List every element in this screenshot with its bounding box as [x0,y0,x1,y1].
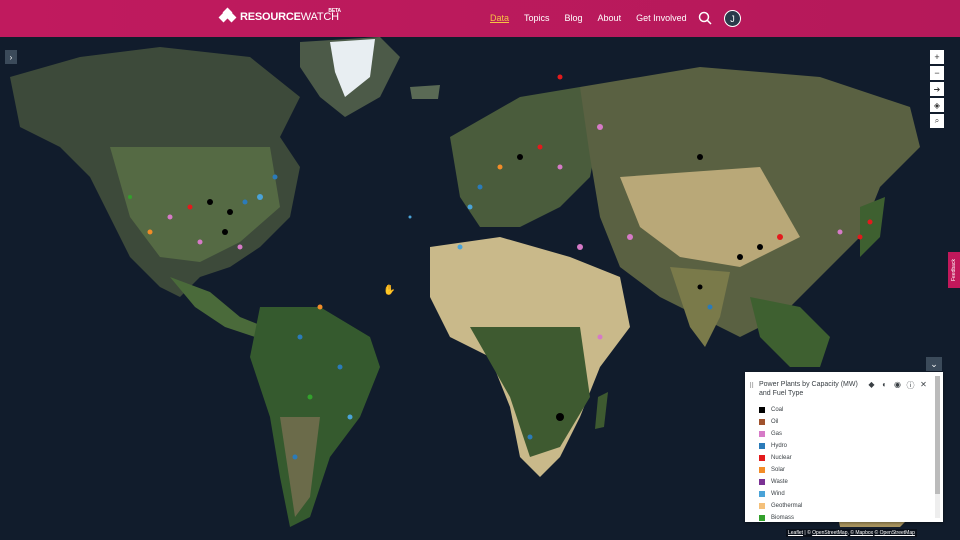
zoom-controls: + − [930,50,944,82]
legend-label: Waste [771,479,788,485]
zoom-out-button[interactable]: − [930,66,944,80]
legend-item: Biomass [759,512,802,524]
map-legend: ⠿ Power Plants by Capacity (MW) and Fuel… [745,372,943,522]
osm-link[interactable]: OpenStreetMap [812,530,847,536]
hand-cursor-icon: ✋ [383,285,396,296]
logo-mark-icon [218,7,237,25]
nav-topics[interactable]: Topics [524,13,550,23]
legend-collapse-button[interactable]: ⌄ [926,357,942,371]
layers-icon[interactable]: ◆ [867,380,876,391]
sidebar-toggle-button[interactable]: › [5,50,17,64]
user-avatar[interactable]: J [724,10,741,27]
opacity-icon[interactable]: ◐ [880,380,889,391]
mapbox-link[interactable]: © Mapbox [850,530,873,536]
legend-label: Coal [771,407,784,413]
legend-label: Biomass [771,515,795,521]
legend-item: Coal [759,404,802,416]
beta-badge: BETA [328,8,341,14]
legend-label: Hydro [771,443,788,449]
info-icon[interactable]: ⓘ [906,380,915,391]
legend-label: Solar [771,467,786,473]
legend-item: Solar [759,464,802,476]
legend-scrollbar[interactable] [935,376,940,518]
legend-swatch [759,443,765,449]
map-attribution: Leaflet | © OpenStreetMap, © Mapbox © Op… [786,529,917,537]
resource-watch-logo[interactable]: RESOURCEWATCH BETA [218,7,341,25]
legend-swatch [759,479,765,485]
legend-label: Gas [771,431,783,437]
legend-label: Oil [771,419,779,425]
visibility-icon[interactable]: ◉ [893,380,902,391]
leaflet-link[interactable]: Leaflet [788,530,803,536]
legend-swatch [759,455,765,461]
legend-swatch [759,467,765,473]
zoom-in-button[interactable]: + [930,50,944,64]
legend-label: Wind [771,491,785,497]
feedback-tab[interactable]: Feedback [948,252,960,288]
logo-text-resource: RESOURCE [240,11,301,23]
nav-about[interactable]: About [598,13,622,23]
search-icon[interactable] [698,11,712,25]
nav-data[interactable]: Data [490,13,509,23]
legend-scroll-thumb[interactable] [935,376,940,494]
top-navigation-bar: RESOURCEWATCH BETA Data Topics Blog Abou… [0,0,960,37]
legend-item: Wind [759,488,802,500]
map-search-icon[interactable]: ⌕ [930,114,944,128]
legend-swatch [759,491,765,497]
legend-item: Nuclear [759,452,802,464]
legend-swatch [759,419,765,425]
legend-item: Hydro [759,440,802,452]
main-nav: Data Topics Blog About Get Involved [490,13,702,23]
basemap-layers-icon[interactable]: ◈ [930,98,944,112]
share-icon[interactable]: ➔ [930,82,944,96]
legend-swatch [759,503,765,509]
legend-toolbar: ◆ ◐ ◉ ⓘ ✕ [867,380,928,391]
legend-label: Geothermal [771,503,803,509]
map-tools: ➔ ◈ ⌕ [930,82,944,130]
nav-get-involved[interactable]: Get Involved [636,13,687,23]
legend-swatch [759,407,765,413]
drag-handle-icon[interactable]: ⠿ [749,382,754,390]
legend-items: Coal Oil Gas Hydro Nuclear Solar Waste Wind Geot… [759,404,802,524]
legend-label: Nuclear [771,455,792,461]
legend-swatch [759,515,765,521]
attribution-sep: | © [803,530,813,536]
nav-blog[interactable]: Blog [565,13,583,23]
legend-title: Power Plants by Capacity (MW) and Fuel T… [759,381,858,397]
osm-link-2[interactable]: © OpenStreetMap [875,530,915,536]
legend-item: Gas [759,428,802,440]
legend-swatch [759,431,765,437]
legend-item: Waste [759,476,802,488]
legend-item: Geothermal [759,500,802,512]
legend-item: Oil [759,416,802,428]
close-icon[interactable]: ✕ [919,380,928,391]
